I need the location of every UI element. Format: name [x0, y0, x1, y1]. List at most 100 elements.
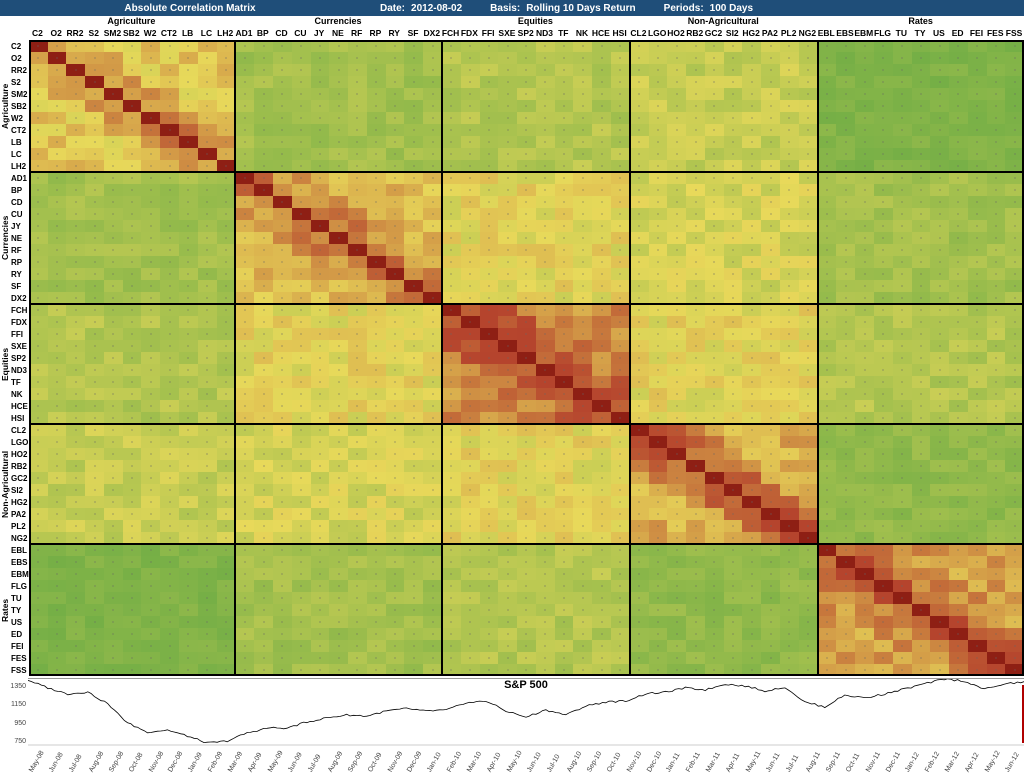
- cell: [742, 364, 761, 376]
- cell: [160, 196, 179, 208]
- cell: [555, 100, 574, 112]
- cell: [66, 604, 85, 616]
- cell: [855, 40, 874, 52]
- cell: [705, 148, 724, 160]
- cell: [292, 580, 311, 592]
- cell: [912, 112, 931, 124]
- cell: [1005, 484, 1024, 496]
- cell: [855, 232, 874, 244]
- cell: [987, 484, 1006, 496]
- cell: [141, 172, 160, 184]
- cell: [367, 556, 386, 568]
- cell: [66, 64, 85, 76]
- cell: [949, 256, 968, 268]
- cell: [311, 280, 330, 292]
- cell: [480, 304, 499, 316]
- cell: [386, 424, 405, 436]
- cell: [423, 280, 442, 292]
- cell: [480, 256, 499, 268]
- cell: [630, 556, 649, 568]
- cell: [855, 364, 874, 376]
- cell: [423, 244, 442, 256]
- cell: [555, 352, 574, 364]
- cell: [799, 256, 818, 268]
- cell: [85, 268, 104, 280]
- cell: [742, 628, 761, 640]
- cell: [818, 172, 837, 184]
- cell: [179, 172, 198, 184]
- cell: [123, 40, 142, 52]
- cell: [611, 196, 630, 208]
- cell: [254, 52, 273, 64]
- cell: [85, 496, 104, 508]
- cell: [348, 256, 367, 268]
- cell: [949, 568, 968, 580]
- cell: [780, 472, 799, 484]
- cell: [630, 184, 649, 196]
- cell: [104, 40, 123, 52]
- cell: [160, 244, 179, 256]
- cell: [649, 304, 668, 316]
- cell: [912, 664, 931, 676]
- cell: [968, 400, 987, 412]
- cell: [742, 172, 761, 184]
- cell: [198, 40, 217, 52]
- cell: [836, 64, 855, 76]
- cell: [1005, 112, 1024, 124]
- cell: [780, 40, 799, 52]
- cell: [987, 232, 1006, 244]
- cell: [555, 124, 574, 136]
- cell: [573, 52, 592, 64]
- cell: [348, 268, 367, 280]
- cell: [667, 436, 686, 448]
- cell: [442, 88, 461, 100]
- cell: [367, 616, 386, 628]
- row-W2: W2: [10, 112, 29, 124]
- cell: [761, 64, 780, 76]
- cell: [949, 508, 968, 520]
- cell: [235, 664, 254, 676]
- cell: [498, 304, 517, 316]
- cell: [292, 640, 311, 652]
- cell: [573, 400, 592, 412]
- cell: [123, 316, 142, 328]
- cell: [555, 652, 574, 664]
- cell: [348, 364, 367, 376]
- cell: [367, 628, 386, 640]
- cell: [517, 100, 536, 112]
- cell: [686, 172, 705, 184]
- sp500-xtick: Dec-11: [885, 751, 902, 774]
- cell: [160, 400, 179, 412]
- cell: [66, 400, 85, 412]
- cell: [949, 40, 968, 52]
- cell: [311, 544, 330, 556]
- cell: [761, 364, 780, 376]
- cell: [592, 364, 611, 376]
- cell: [930, 76, 949, 88]
- cell: [592, 664, 611, 676]
- cell: [705, 508, 724, 520]
- cell: [104, 448, 123, 460]
- cell: [893, 364, 912, 376]
- cell: [254, 604, 273, 616]
- cell: [104, 604, 123, 616]
- cell: [592, 448, 611, 460]
- cell: [442, 520, 461, 532]
- cell: [855, 316, 874, 328]
- cell: [217, 568, 236, 580]
- cell: [705, 40, 724, 52]
- cell: [555, 184, 574, 196]
- cell: [348, 76, 367, 88]
- cell: [442, 556, 461, 568]
- cell: [160, 580, 179, 592]
- cell: [442, 448, 461, 460]
- cell: [386, 616, 405, 628]
- cell: [273, 40, 292, 52]
- cell: [123, 520, 142, 532]
- cell: [254, 256, 273, 268]
- cell: [404, 52, 423, 64]
- cell: [404, 232, 423, 244]
- cell: [386, 268, 405, 280]
- cell: [404, 580, 423, 592]
- cell: [667, 376, 686, 388]
